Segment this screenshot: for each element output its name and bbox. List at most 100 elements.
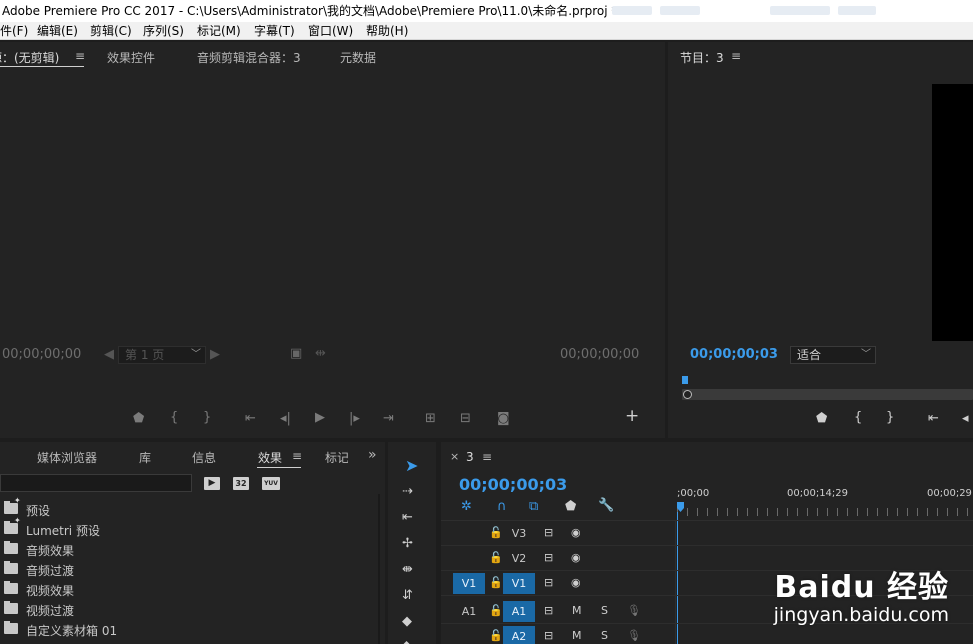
source-patch-a1[interactable]: A1 — [453, 601, 485, 622]
effects-list-item[interactable]: 自定义素材箱 01 — [0, 620, 380, 640]
eye-icon[interactable]: ◉ — [571, 526, 581, 539]
razor-track-tool-icon[interactable]: ⇵ — [402, 589, 413, 602]
next-page-icon[interactable]: ▶ — [210, 348, 220, 361]
menu-marker[interactable]: 标记(M) — [197, 22, 241, 39]
wrench-settings-icon[interactable]: 🔧 — [598, 499, 614, 512]
effects-list-item[interactable]: 视频效果 — [0, 580, 380, 600]
go-to-in-icon[interactable]: ⇤ — [245, 412, 256, 425]
menu-file[interactable]: 件(F) — [0, 22, 28, 39]
overflow-tabs-icon[interactable]: » — [368, 447, 377, 463]
tab-source[interactable]: 源：(无剪辑) — [0, 49, 59, 66]
yuv-effects-icon[interactable]: YUV — [262, 477, 280, 490]
menu-edit[interactable]: 编辑(E) — [37, 22, 78, 39]
ripple-edit-tool-icon[interactable]: ⇤ — [402, 511, 413, 524]
nest-toggle-icon[interactable]: ✲ — [461, 500, 472, 513]
track-target-v3[interactable]: V3 — [503, 523, 535, 544]
close-tab-icon[interactable]: × — [450, 450, 459, 463]
menu-title[interactable]: 字幕(T) — [254, 22, 295, 39]
track-target-a2[interactable]: A2 — [503, 626, 535, 644]
tab-libraries[interactable]: 库 — [139, 449, 151, 466]
settings-square-icon[interactable]: ▣ — [290, 347, 302, 360]
insert-icon[interactable]: ⊞ — [425, 412, 436, 425]
mark-out-icon[interactable]: } — [203, 411, 211, 424]
prev-page-icon[interactable]: ◀ — [104, 348, 114, 361]
selection-tool-icon[interactable]: ➤ — [405, 458, 418, 474]
mark-in-icon[interactable]: { — [170, 411, 178, 424]
panel-menu-icon[interactable]: ≡ — [482, 450, 492, 464]
track-target-v1[interactable]: V1 — [503, 573, 535, 594]
tab-effect-controls[interactable]: 效果控件 — [107, 49, 155, 66]
slip-tool-icon[interactable]: ⇼ — [402, 563, 413, 576]
play-icon[interactable]: ▶ — [315, 411, 325, 424]
pen-tool-icon[interactable]: ⬥ — [402, 639, 411, 644]
linked-selection-icon[interactable]: ⧉ — [529, 500, 538, 513]
solo-button[interactable]: S — [601, 629, 608, 642]
step-back-icon[interactable]: ◂| — [280, 412, 291, 425]
overwrite-icon[interactable]: ⊟ — [460, 412, 471, 425]
go-to-out-icon[interactable]: ⇥ — [383, 412, 394, 425]
menu-window[interactable]: 窗口(W) — [308, 22, 353, 39]
effects-list-item[interactable]: 音频过渡 — [0, 560, 380, 580]
eye-icon[interactable]: ◉ — [571, 551, 581, 564]
tab-effects[interactable]: 效果 — [258, 449, 282, 466]
tab-markers[interactable]: 标记 — [325, 449, 348, 466]
rolling-edit-tool-icon[interactable]: ✢ — [402, 537, 413, 550]
panel-menu-icon[interactable]: ≡ — [292, 449, 302, 463]
sync-lock-icon[interactable]: ⊟ — [544, 551, 553, 564]
lock-icon[interactable]: 🔓 — [489, 629, 503, 642]
lock-icon[interactable]: 🔓 — [489, 604, 503, 617]
drag-video-icon[interactable]: ⇹ — [315, 347, 326, 360]
panel-menu-icon[interactable]: ≡ — [731, 49, 741, 63]
source-timecode-in[interactable]: 00;00;00;00 — [2, 347, 81, 362]
tab-sequence[interactable]: 3 — [466, 450, 474, 464]
add-marker-icon[interactable]: ⬟ — [565, 500, 576, 513]
track-target-a1[interactable]: A1 — [503, 601, 535, 622]
sync-lock-icon[interactable]: ⊟ — [544, 576, 553, 589]
solo-button[interactable]: S — [601, 604, 608, 617]
microphone-icon[interactable]: 🎙 — [627, 604, 641, 617]
panel-menu-icon[interactable]: ≡ — [75, 49, 85, 63]
tab-media-browser[interactable]: 媒体浏览器 — [37, 449, 97, 466]
program-scrub-bar[interactable] — [682, 389, 973, 400]
accelerated-effects-icon[interactable]: ▶ — [204, 477, 220, 490]
add-marker-icon[interactable]: ⬟ — [816, 412, 827, 425]
track-target-v2[interactable]: V2 — [503, 548, 535, 569]
snap-magnet-icon[interactable]: ∩ — [497, 500, 507, 513]
mute-button[interactable]: M — [572, 604, 582, 617]
source-patch-v1[interactable]: V1 — [453, 573, 485, 594]
effects-list-item[interactable]: 音频效果 — [0, 540, 380, 560]
page-select[interactable]: 第 1 页 ﹀ — [118, 346, 206, 364]
step-back-icon[interactable]: ◂ — [962, 412, 969, 425]
effects-search-input[interactable] — [0, 474, 192, 492]
microphone-icon[interactable]: 🎙 — [627, 629, 641, 642]
add-button-icon[interactable]: + — [625, 408, 639, 425]
scrub-handle[interactable] — [683, 390, 692, 399]
add-marker-icon[interactable]: ⬟ — [133, 412, 144, 425]
playhead-marker[interactable] — [682, 376, 688, 384]
step-forward-icon[interactable]: |▸ — [349, 412, 360, 425]
tab-audio-clip-mixer[interactable]: 音频剪辑混合器：3 — [197, 49, 301, 66]
export-frame-icon[interactable]: ◙ — [497, 412, 510, 425]
eye-icon[interactable]: ◉ — [571, 576, 581, 589]
go-to-in-icon[interactable]: ⇤ — [928, 412, 939, 425]
lock-icon[interactable]: 🔓 — [489, 526, 503, 539]
32bit-effects-icon[interactable]: 32 — [233, 477, 249, 490]
fit-select[interactable]: 适合 ﹀ — [790, 346, 876, 364]
tab-info[interactable]: 信息 — [192, 449, 216, 466]
mark-in-icon[interactable]: { — [854, 411, 862, 424]
timeline-timecode[interactable]: 00;00;00;03 — [459, 475, 567, 494]
tab-metadata[interactable]: 元数据 — [340, 49, 376, 66]
razor-tool-icon[interactable]: ◆ — [402, 615, 412, 628]
time-ruler-ticks[interactable] — [677, 508, 973, 516]
mark-out-icon[interactable]: } — [886, 411, 894, 424]
menu-clip[interactable]: 剪辑(C) — [90, 22, 132, 39]
sync-lock-icon[interactable]: ⊟ — [544, 526, 553, 539]
effects-list-item[interactable]: 视频过渡 — [0, 600, 380, 620]
menu-sequence[interactable]: 序列(S) — [143, 22, 184, 39]
sync-lock-icon[interactable]: ⊟ — [544, 604, 553, 617]
lock-icon[interactable]: 🔓 — [489, 551, 503, 564]
track-select-tool-icon[interactable]: ⇢ — [402, 485, 413, 498]
menu-help[interactable]: 帮助(H) — [366, 22, 408, 39]
lock-icon[interactable]: 🔓 — [489, 576, 503, 589]
effects-list-item[interactable]: ✦ 预设 — [0, 496, 380, 520]
